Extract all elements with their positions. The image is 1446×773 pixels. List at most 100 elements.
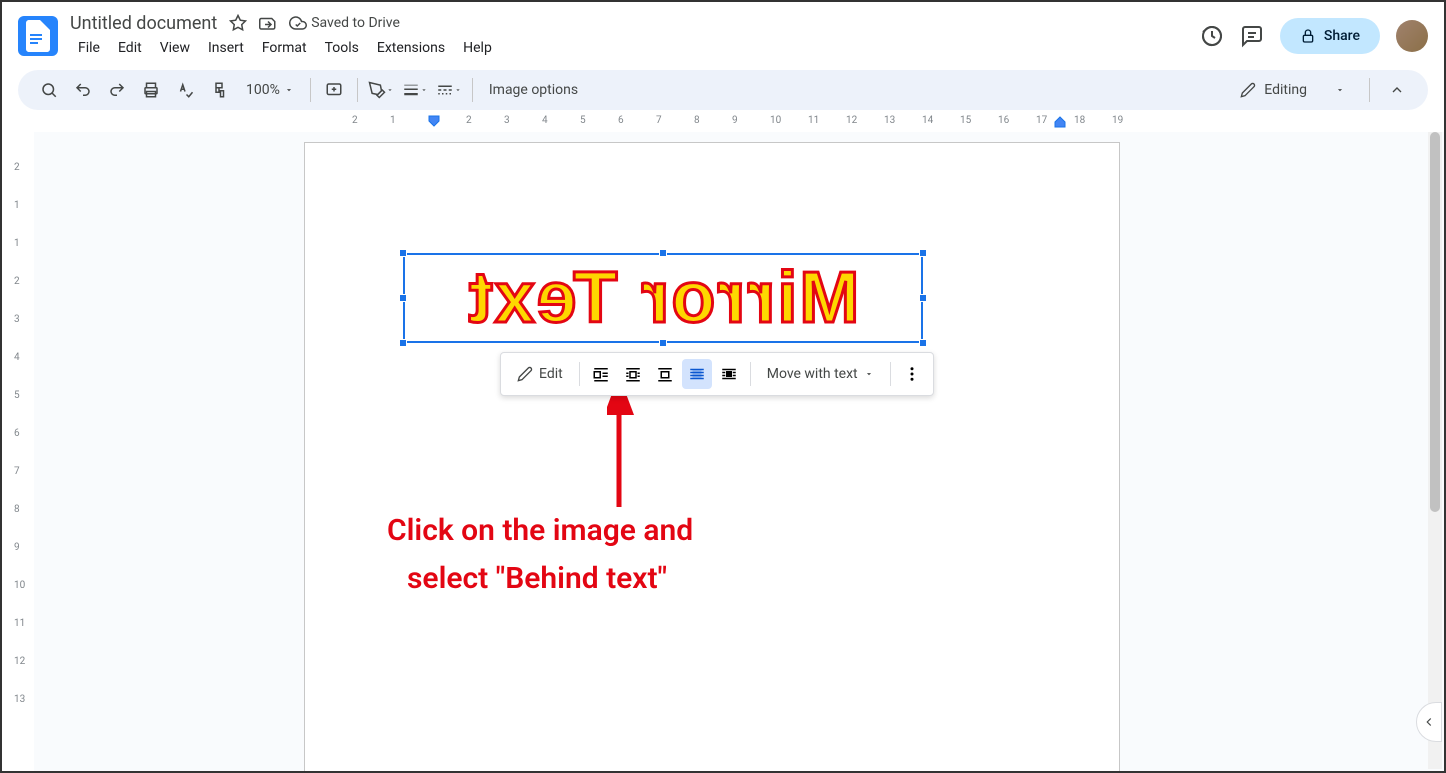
menu-insert[interactable]: Insert [200, 36, 252, 60]
ruler-v-tick: 5 [14, 390, 20, 401]
main-area: 2112345678910111213 Mirror Text [2, 132, 1444, 771]
ruler-h-tick: 6 [618, 115, 624, 126]
ruler-h-tick: 4 [542, 115, 548, 126]
border-weight-icon[interactable] [400, 75, 430, 105]
star-icon[interactable] [229, 14, 247, 32]
menu-extensions[interactable]: Extensions [369, 36, 453, 60]
docs-logo-icon[interactable] [18, 16, 58, 56]
history-icon[interactable] [1200, 24, 1224, 48]
resize-handle-tr[interactable] [919, 249, 927, 257]
app-header: Untitled document Saved to Drive File Ed… [2, 2, 1444, 62]
document-canvas[interactable]: Mirror Text [34, 132, 1444, 771]
move-icon[interactable] [259, 14, 277, 32]
separator [579, 362, 580, 386]
toolbar: 100% Image options Editing [18, 70, 1428, 110]
separator [750, 362, 751, 386]
collapse-toolbar-icon[interactable] [1382, 75, 1412, 105]
ruler-v-tick: 6 [14, 428, 20, 439]
image-context-toolbar: Edit Move with text [500, 352, 934, 396]
chevron-down-icon [1335, 85, 1345, 95]
ruler-h-tick: 18 [1074, 115, 1085, 126]
resize-handle-br[interactable] [919, 339, 927, 347]
ruler-v-tick: 9 [14, 542, 20, 553]
editing-label: Editing [1264, 82, 1307, 98]
menu-format[interactable]: Format [254, 36, 315, 60]
editing-mode-button[interactable]: Editing [1228, 76, 1357, 104]
behind-text-icon[interactable] [682, 359, 712, 389]
pencil-icon [1240, 82, 1256, 98]
ruler-h-tick: 5 [580, 115, 586, 126]
menu-view[interactable]: View [152, 36, 198, 60]
ruler-v-tick: 1 [14, 238, 20, 249]
saved-status-text: Saved to Drive [311, 15, 400, 31]
separator [472, 78, 473, 102]
wrap-text-icon[interactable] [618, 359, 648, 389]
comment-icon[interactable] [1240, 24, 1264, 48]
resize-handle-mr[interactable] [919, 294, 927, 302]
search-icon[interactable] [34, 75, 64, 105]
print-icon[interactable] [136, 75, 166, 105]
ruler-h-tick: 2 [466, 115, 472, 126]
share-button[interactable]: Share [1280, 18, 1380, 54]
ruler-h-tick: 16 [998, 115, 1009, 126]
saved-status[interactable]: Saved to Drive [289, 14, 400, 32]
move-with-text-button[interactable]: Move with text [757, 360, 884, 388]
resize-handle-bl[interactable] [399, 339, 407, 347]
title-row: Untitled document Saved to Drive [70, 13, 1200, 34]
edit-button[interactable]: Edit [507, 360, 573, 388]
paint-format-icon[interactable] [204, 75, 234, 105]
document-title[interactable]: Untitled document [70, 13, 217, 34]
selection-border [403, 253, 923, 343]
in-front-text-icon[interactable] [714, 359, 744, 389]
resize-handle-ml[interactable] [399, 294, 407, 302]
menu-file[interactable]: File [70, 36, 108, 60]
ruler-h-tick: 17 [1036, 115, 1047, 126]
ruler-v-tick: 12 [14, 656, 25, 667]
add-comment-icon[interactable] [319, 75, 349, 105]
ruler-h-tick: 9 [732, 115, 738, 126]
ruler-h-tick: 19 [1112, 115, 1123, 126]
resize-handle-tl[interactable] [399, 249, 407, 257]
chevron-down-icon [284, 85, 294, 95]
border-dash-icon[interactable] [434, 75, 464, 105]
image-options-button[interactable]: Image options [481, 78, 586, 102]
menu-help[interactable]: Help [455, 36, 500, 60]
resize-handle-tm[interactable] [659, 249, 667, 257]
ruler-h-tick: 3 [504, 115, 510, 126]
resize-handle-bm[interactable] [659, 339, 667, 347]
spellcheck-icon[interactable] [170, 75, 200, 105]
ruler-v-tick: 11 [14, 618, 25, 629]
vertical-ruler[interactable]: 2112345678910111213 [2, 132, 34, 771]
ruler-h-tick: 8 [694, 115, 700, 126]
menu-edit[interactable]: Edit [110, 36, 150, 60]
right-indent-marker[interactable] [1054, 115, 1066, 129]
separator [357, 78, 358, 102]
selected-image[interactable]: Mirror Text [403, 253, 923, 343]
user-avatar[interactable] [1396, 20, 1428, 52]
left-indent-marker[interactable] [428, 115, 440, 129]
cloud-icon [289, 14, 307, 32]
zoom-value: 100% [246, 82, 280, 98]
scroll-thumb[interactable] [1430, 132, 1440, 512]
ruler-v-tick: 1 [14, 200, 20, 211]
vertical-scrollbar[interactable] [1428, 132, 1442, 769]
undo-icon[interactable] [68, 75, 98, 105]
ruler-v-tick: 2 [14, 162, 20, 173]
inline-wrap-icon[interactable] [586, 359, 616, 389]
separator [890, 362, 891, 386]
redo-icon[interactable] [102, 75, 132, 105]
border-color-icon[interactable] [366, 75, 396, 105]
ruler-v-tick: 2 [14, 276, 20, 287]
zoom-select[interactable]: 100% [238, 78, 302, 102]
separator [310, 78, 311, 102]
page: Mirror Text [304, 142, 1120, 771]
break-text-icon[interactable] [650, 359, 680, 389]
ruler-h-tick: 15 [960, 115, 971, 126]
menu-tools[interactable]: Tools [317, 36, 367, 60]
more-options-icon[interactable] [897, 359, 927, 389]
ruler-h-tick: 7 [656, 115, 662, 126]
horizontal-ruler[interactable]: 2112345678910111213141516171819 [34, 115, 1426, 131]
ruler-h-tick: 10 [770, 115, 781, 126]
ruler-h-tick: 13 [884, 115, 895, 126]
move-with-text-label: Move with text [767, 366, 858, 382]
